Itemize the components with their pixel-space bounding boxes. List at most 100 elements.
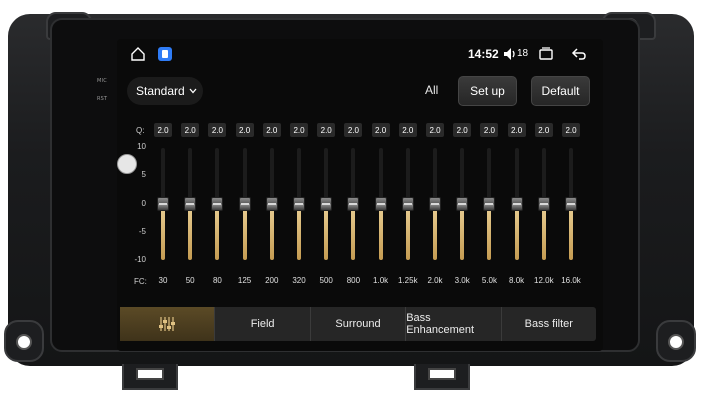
db-scale-label: -5 [138,227,146,236]
eq-slider-fill [215,204,220,260]
q-value-box[interactable]: 2.0 [317,123,336,137]
eq-slider-handle[interactable] [456,197,469,211]
eq-slider-fill [405,204,410,260]
recent-apps-icon[interactable] [538,46,554,62]
q-value-box[interactable]: 2.0 [398,123,417,137]
default-button[interactable]: Default [531,76,590,106]
db-scale-label: 0 [141,199,146,208]
all-toggle[interactable]: All [425,83,438,97]
fc-value: 320 [292,276,306,285]
setup-button[interactable]: Set up [458,76,517,106]
q-value-box[interactable]: 2.0 [344,123,363,137]
eq-slider-handle[interactable] [537,197,550,211]
side-panel-handle[interactable] [117,154,137,174]
q-value-box[interactable]: 2.0 [371,123,390,137]
eq-slider-fill [242,204,247,260]
screw-hole [16,334,32,350]
fc-value: 3.0k [454,276,470,285]
mount-foot-right [414,364,470,390]
fc-value: 30 [158,276,168,285]
mic-label: MIC [97,78,107,84]
fc-value: 5.0k [481,276,497,285]
eq-slider-handle[interactable] [429,197,441,211]
eq-slider-handle[interactable] [265,197,278,211]
fc-value: 1.25k [398,276,418,285]
tab-label: Bass Enhancement [406,312,475,336]
foot-slot [136,368,164,380]
eq-slider-handle[interactable] [374,197,387,211]
home-icon[interactable] [130,46,146,62]
q-value-box[interactable]: 2.0 [290,123,308,137]
q-value-box[interactable]: 2.0 [480,123,499,137]
mount-foot-left [122,364,178,390]
fc-value: 80 [212,276,222,285]
eq-slider-fill [378,204,383,260]
fc-value: 1.0k [373,276,389,285]
q-value-box[interactable]: 2.0 [235,123,254,137]
fc-value: 125 [237,276,252,285]
q-label: Q: [136,126,145,135]
bottom-tab-bar: Field Surround Bass Enhancement Bass filter [120,307,596,341]
q-value-box[interactable]: 2.0 [562,123,580,137]
fc-value: 16.0k [561,276,581,285]
q-value-box[interactable]: 2.0 [154,123,172,137]
tab-label: Bass filter [524,318,573,330]
eq-slider-fill [569,204,573,260]
db-scale-label: 10 [137,142,146,151]
eq-slider-fill [433,204,437,260]
tab-label: Field [250,318,275,330]
mount-tab-bottom-right [656,320,696,362]
tab-bass-filter[interactable]: Bass filter [502,307,596,341]
eq-slider-fill [269,204,274,260]
eq-slider-handle[interactable] [483,197,496,211]
status-bar: 14:52 18 [117,39,603,69]
q-value-box[interactable]: 2.0 [426,123,444,137]
fc-value: 50 [185,276,195,285]
eq-slider-fill [460,204,465,260]
eq-slider-fill [188,204,193,260]
tab-equalizer[interactable] [120,307,216,341]
fc-label: FC: [134,277,147,286]
fc-value: 800 [346,276,361,285]
mount-tab-bottom-left [4,320,44,362]
eq-slider-handle[interactable] [184,197,197,211]
screen: 14:52 18 Standard All Set up Default Q: … [117,39,603,351]
fc-value: 500 [319,276,333,285]
eq-slider-handle[interactable] [320,197,333,211]
chevron-down-icon [189,88,197,94]
equalizer-sliders-icon [159,317,176,331]
app-icon[interactable] [157,46,173,62]
tab-bass-enhancement[interactable]: Bass Enhancement [406,307,502,341]
eq-slider-handle[interactable] [211,197,224,211]
q-value-box[interactable]: 2.0 [534,123,553,137]
eq-slider-handle[interactable] [565,197,577,211]
q-value-box[interactable]: 2.0 [208,123,227,137]
mode-dropdown[interactable]: Standard [127,77,203,105]
fc-value: 8.0k [509,276,525,285]
tab-field[interactable]: Field [215,307,311,341]
eq-slider-fill [351,204,356,260]
eq-slider-handle[interactable] [293,197,305,211]
screw-hole [668,334,684,350]
fc-value: 200 [265,276,279,285]
eq-slider-fill [161,204,165,260]
clock: 14:52 [468,47,499,61]
eq-slider-handle[interactable] [157,197,169,211]
tab-surround[interactable]: Surround [311,307,407,341]
mode-dropdown-value: Standard [136,84,185,98]
q-value-box[interactable]: 2.0 [262,123,281,137]
volume-icon[interactable] [502,46,518,62]
back-icon[interactable] [571,46,587,62]
foot-slot [428,368,456,380]
q-value-box[interactable]: 2.0 [453,123,472,137]
q-value-box[interactable]: 2.0 [181,123,200,137]
rst-label: RST [97,96,108,102]
eq-slider-handle[interactable] [238,197,251,211]
eq-slider-fill [487,204,492,260]
eq-slider-handle[interactable] [510,197,523,211]
eq-slider-handle[interactable] [401,197,414,211]
q-value-box[interactable]: 2.0 [507,123,526,137]
db-scale-label: -10 [134,255,146,264]
eq-slider-handle[interactable] [347,197,360,211]
tab-label: Surround [335,318,381,330]
